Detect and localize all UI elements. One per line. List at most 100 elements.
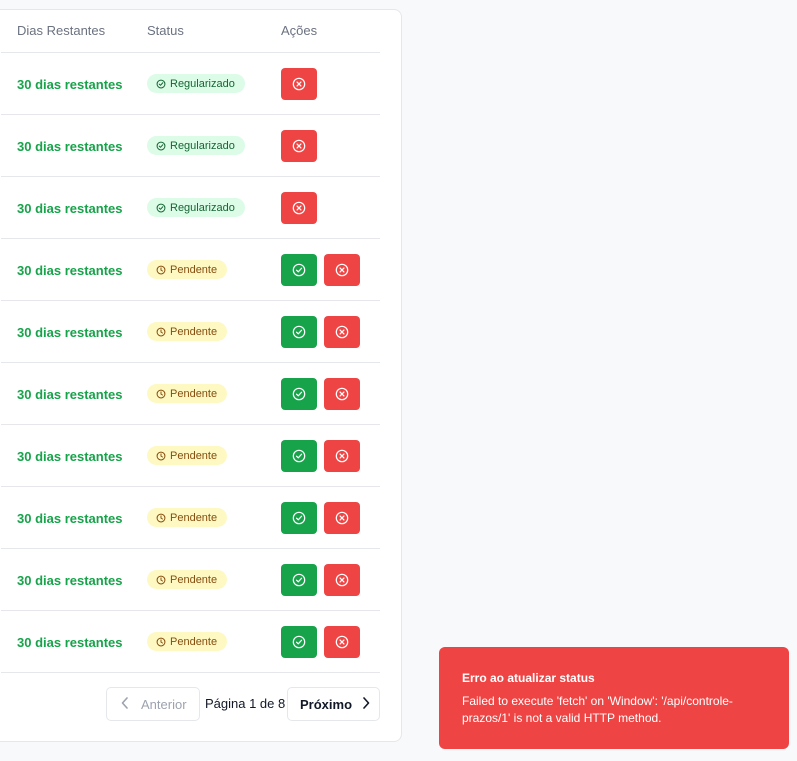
reject-button[interactable] — [324, 502, 360, 534]
page-info: Página 1 de 8 — [205, 696, 286, 711]
status-badge: Pendente — [147, 632, 228, 651]
table-row: 30 dias restantes Pendente — [1, 301, 380, 363]
table-row: 30 dias restantes Pendente — [1, 487, 380, 549]
clock-icon — [156, 513, 166, 523]
status-label: Pendente — [170, 573, 218, 586]
table-row: 30 dias restantes Pendente — [1, 239, 380, 301]
table-row: 30 dias restantes Pendente — [1, 425, 380, 487]
check-circle-icon — [292, 325, 306, 339]
reject-button[interactable] — [324, 316, 360, 348]
days-remaining: 30 dias restantes — [17, 387, 123, 402]
x-circle-icon — [335, 511, 349, 525]
clock-icon — [156, 389, 166, 399]
check-circle-icon — [156, 141, 166, 151]
status-label: Regularizado — [170, 77, 235, 90]
next-page-button[interactable]: Próximo — [287, 687, 380, 721]
toast-title: Erro ao atualizar status — [462, 671, 595, 685]
status-label: Pendente — [170, 387, 218, 400]
x-circle-icon — [292, 139, 306, 153]
check-circle-icon — [292, 635, 306, 649]
check-circle-icon — [292, 449, 306, 463]
error-toast[interactable]: Erro ao atualizar status Failed to execu… — [439, 647, 789, 749]
days-remaining: 30 dias restantes — [17, 449, 123, 464]
table-row: 30 dias restantes Regularizado — [1, 53, 380, 115]
days-remaining: 30 dias restantes — [17, 77, 123, 92]
next-page-label: Próximo — [300, 696, 353, 712]
reject-button[interactable] — [324, 626, 360, 658]
check-circle-icon — [156, 79, 166, 89]
check-circle-icon — [156, 203, 166, 213]
reject-button[interactable] — [281, 68, 317, 100]
status-label: Regularizado — [170, 139, 235, 152]
x-circle-icon — [335, 263, 349, 277]
approve-button[interactable] — [281, 502, 317, 534]
table-body: 30 dias restantes Regularizado 30 dias res… — [1, 53, 380, 673]
clock-icon — [156, 575, 166, 585]
clock-icon — [156, 327, 166, 337]
x-circle-icon — [335, 325, 349, 339]
days-remaining: 30 dias restantes — [17, 511, 123, 526]
column-header-dias-restantes: Dias Restantes — [17, 23, 106, 38]
clock-icon — [156, 451, 166, 461]
chevron-left-icon — [121, 696, 129, 712]
approve-button[interactable] — [281, 564, 317, 596]
days-remaining: 30 dias restantes — [17, 139, 123, 154]
x-circle-icon — [292, 77, 306, 91]
approve-button[interactable] — [281, 626, 317, 658]
status-label: Pendente — [170, 263, 218, 276]
status-badge: Pendente — [147, 322, 228, 341]
table-row: 30 dias restantes Regularizado — [1, 177, 380, 239]
x-circle-icon — [335, 387, 349, 401]
table-header: Dias Restantes Status Ações — [1, 10, 380, 53]
status-badge: Regularizado — [147, 136, 245, 155]
status-badge: Pendente — [147, 446, 228, 465]
table-row: 30 dias restantes Pendente — [1, 611, 380, 673]
status-label: Pendente — [170, 511, 218, 524]
check-circle-icon — [292, 263, 306, 277]
table-row: 30 dias restantes Pendente — [1, 549, 380, 611]
reject-button[interactable] — [324, 564, 360, 596]
column-header-status: Status — [147, 23, 184, 38]
status-label: Pendente — [170, 325, 218, 338]
status-badge: Pendente — [147, 384, 228, 403]
check-circle-icon — [292, 387, 306, 401]
days-remaining: 30 dias restantes — [17, 325, 123, 340]
chevron-right-icon — [362, 696, 370, 712]
reject-button[interactable] — [324, 378, 360, 410]
x-circle-icon — [335, 573, 349, 587]
clock-icon — [156, 637, 166, 647]
approve-button[interactable] — [281, 378, 317, 410]
status-label: Regularizado — [170, 201, 235, 214]
clock-icon — [156, 265, 166, 275]
x-circle-icon — [335, 635, 349, 649]
status-badge: Regularizado — [147, 74, 245, 93]
pagination: Anterior Página 1 de 8 Próximo — [1, 687, 380, 721]
days-remaining: 30 dias restantes — [17, 201, 123, 216]
reject-button[interactable] — [281, 192, 317, 224]
status-badge: Pendente — [147, 260, 228, 279]
reject-button[interactable] — [324, 254, 360, 286]
days-remaining: 30 dias restantes — [17, 635, 123, 650]
status-badge: Regularizado — [147, 198, 245, 217]
check-circle-icon — [292, 511, 306, 525]
previous-page-button[interactable]: Anterior — [106, 687, 200, 721]
x-circle-icon — [335, 449, 349, 463]
reject-button[interactable] — [281, 130, 317, 162]
previous-page-label: Anterior — [141, 696, 187, 712]
toast-message: Failed to execute 'fetch' on 'Window': '… — [462, 694, 733, 725]
status-label: Pendente — [170, 635, 218, 648]
column-header-acoes: Ações — [281, 23, 318, 38]
table-row: 30 dias restantes Pendente — [1, 363, 380, 425]
approve-button[interactable] — [281, 316, 317, 348]
status-badge: Pendente — [147, 508, 228, 527]
prazos-table-card: Dias Restantes Status Ações 30 dias rest… — [0, 9, 402, 742]
approve-button[interactable] — [281, 254, 317, 286]
reject-button[interactable] — [324, 440, 360, 472]
status-label: Pendente — [170, 449, 218, 462]
days-remaining: 30 dias restantes — [17, 573, 123, 588]
status-badge: Pendente — [147, 570, 228, 589]
approve-button[interactable] — [281, 440, 317, 472]
days-remaining: 30 dias restantes — [17, 263, 123, 278]
table-row: 30 dias restantes Regularizado — [1, 115, 380, 177]
x-circle-icon — [292, 201, 306, 215]
